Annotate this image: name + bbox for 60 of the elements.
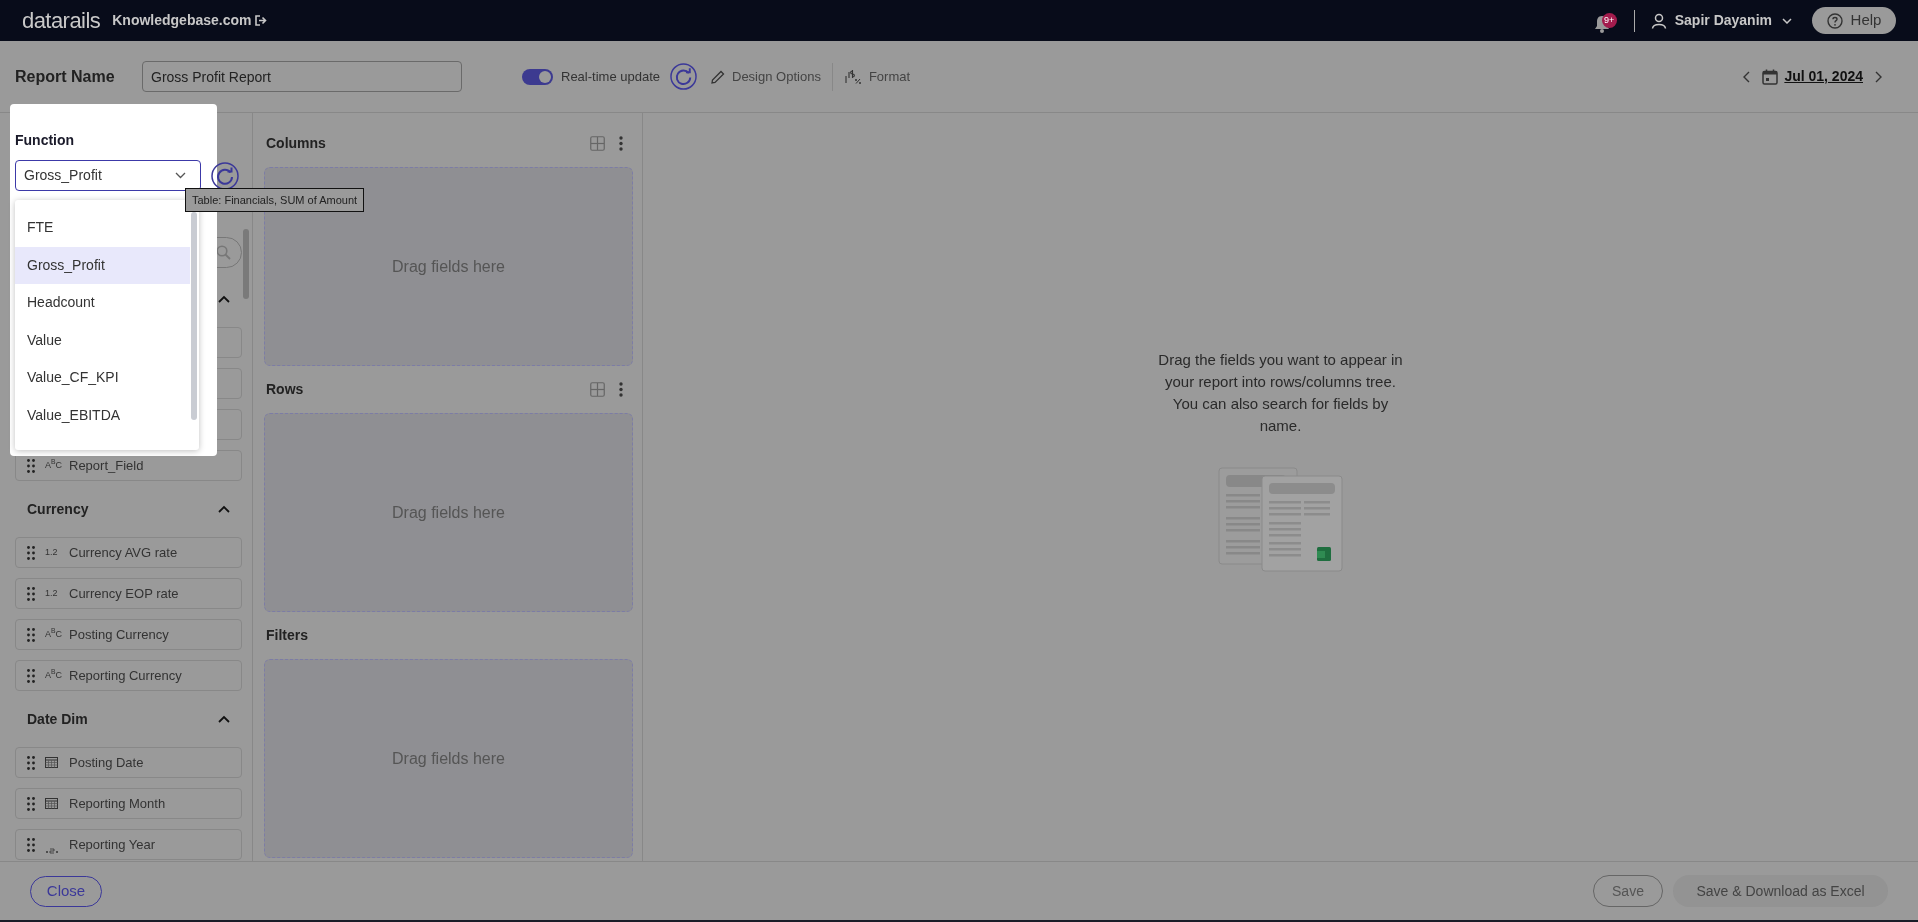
- search-icon: [216, 245, 231, 260]
- drag-handle-icon: [27, 458, 35, 473]
- drag-handle-icon: [27, 627, 35, 642]
- text-type-icon: A$^{B}$C: [45, 668, 65, 683]
- section-title: Date Dim: [27, 709, 88, 729]
- section-title: Currency: [27, 499, 89, 519]
- exit-icon[interactable]: [255, 15, 268, 26]
- more-options-icon[interactable]: [619, 381, 623, 397]
- workspace-link[interactable]: Knowledgebase.com: [112, 10, 252, 31]
- question-icon: [1826, 12, 1843, 29]
- number-type-icon: 1.2: [45, 545, 65, 560]
- drag-handle-icon: [27, 796, 35, 811]
- chevron-down-icon: [1782, 17, 1792, 24]
- dropdown-option[interactable]: Gross_Profit: [15, 246, 190, 284]
- field-item[interactable]: Reporting Month: [15, 788, 242, 819]
- zone-title: Columns: [266, 133, 326, 153]
- drag-handle-icon: [27, 837, 35, 852]
- drag-handle-icon: [27, 586, 35, 601]
- field-item[interactable]: 1.2 Currency EOP rate: [15, 578, 242, 609]
- text-type-icon: A$^{B}$C: [45, 458, 65, 473]
- function-label: Function: [15, 131, 75, 150]
- design-options-button[interactable]: Design Options: [732, 66, 821, 87]
- chevron-down-icon: [175, 172, 186, 179]
- field-item[interactable]: Posting Date: [15, 747, 242, 778]
- realtime-toggle[interactable]: [522, 68, 553, 85]
- calendar-grid-icon: [45, 757, 58, 768]
- drag-handle-icon: [27, 755, 35, 770]
- field-item[interactable]: A$^{B}$C Reporting Currency: [15, 660, 242, 691]
- field-item[interactable]: 1.2 Currency AVG rate: [15, 537, 242, 568]
- tooltip: Table: Financials, SUM of Amount: [185, 188, 365, 212]
- refresh-function-icon[interactable]: [211, 162, 239, 190]
- date-link[interactable]: Jul 01, 2024: [1784, 66, 1863, 87]
- logo[interactable]: datarails: [22, 4, 101, 37]
- help-button[interactable]: Help: [1812, 7, 1896, 34]
- drag-handle-icon: [27, 668, 35, 683]
- user-icon: [1650, 12, 1667, 29]
- text-type-icon: A$^{B}$C: [45, 627, 65, 642]
- refresh-icon[interactable]: [670, 63, 697, 90]
- chevron-up-icon[interactable]: [218, 294, 230, 303]
- calendar-grid-icon: [45, 798, 58, 809]
- format-button[interactable]: Format: [868, 66, 911, 87]
- save-download-button[interactable]: Save & Download as Excel: [1673, 875, 1888, 907]
- field-item[interactable]: Reporting Year: [15, 829, 242, 860]
- pencil-icon[interactable]: [711, 69, 725, 84]
- zone-title: Filters: [266, 625, 308, 645]
- empty-state-text: Drag the fields you want to appear in your report into rows/columns tree. You can also search for fields by name.: [1157, 350, 1404, 436]
- chevron-up-icon[interactable]: [218, 505, 230, 513]
- next-icon[interactable]: [1875, 70, 1882, 83]
- report-name-field[interactable]: Gross Profit Report: [142, 61, 462, 92]
- field-item[interactable]: A$^{B}$C Posting Currency: [15, 619, 242, 650]
- drag-handle-icon: [27, 545, 35, 560]
- number-type-icon: 1.2: [45, 586, 65, 601]
- report-name-label: Report Name: [15, 66, 116, 87]
- realtime-label: Real-time update: [561, 67, 660, 86]
- chevron-up-icon[interactable]: [218, 715, 230, 723]
- zone-title: Rows: [266, 379, 304, 399]
- previous-icon[interactable]: [1743, 70, 1751, 83]
- calendar-icon: [1762, 68, 1779, 85]
- more-options-icon[interactable]: [619, 135, 623, 151]
- user-menu[interactable]: Sapir Dayanim: [1674, 10, 1792, 31]
